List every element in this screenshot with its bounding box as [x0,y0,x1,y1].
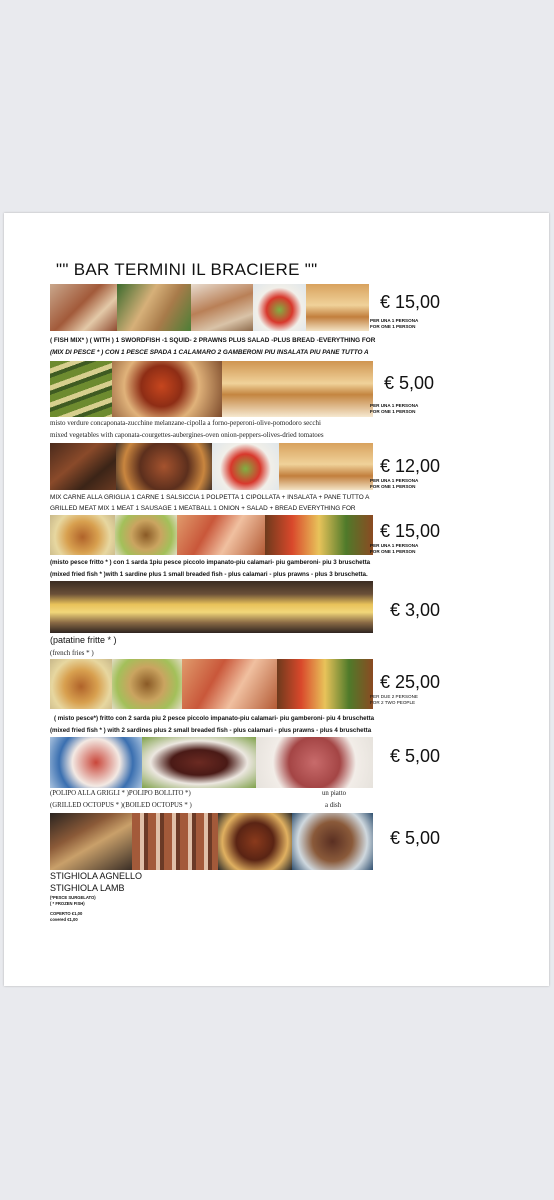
fried-fish-two-photos [50,659,373,709]
fried-fish-desc-en: (mixed fried fish * )with 1 sardine plus… [50,571,368,578]
cover-charge-it: COPERTO €1,00 [50,911,83,916]
french-fries-name-en: (french fries * ) [50,649,94,657]
stighiola-price: € 5,00 [390,828,441,848]
grilled-meat-desc-it: MIX CARNE ALLA GRIGLIA 1 CARNE 1 SALSICC… [50,494,370,501]
fish-mix-photos [50,284,373,331]
grilled-meat-price: € 12,00 [380,456,441,476]
frozen-note-en: ( * FROZEN FISH) [50,901,85,906]
fried-fish-two-desc-en: (mixed fried fish * ) with 2 sardines pl… [50,727,372,734]
fish-mix-price: € 15,00 [380,292,441,312]
fish-mix-desc-it: (MIX DI PESCE * ) CON 1 PESCE SPADA 1 CA… [50,349,369,356]
fried-fish-note-en: FOR ONE 1 PERSON [370,549,416,554]
menu-title: "" BAR TERMINI IL BRACIERE "" [56,260,318,279]
octopus-name-en: (GRILLED OCTOPUS * )(BOILED OCTOPUS * ) [50,802,192,809]
fish-mix-desc-en: ( FISH MIX* ) ( WITH ) 1 SWORDFISH -1 SQ… [50,337,376,344]
stighiola-name-en: STIGHIOLA LAMB [50,883,125,893]
frozen-note-it: (*PESCE SURGELATO) [50,895,96,900]
fried-fish-two-price: € 25,00 [380,672,441,692]
vegetables-desc-en: mixed vegetables with caponata-courgette… [50,431,324,439]
french-fries-photo [50,581,373,633]
octopus-name-it: (POLIPO ALLA GRIGLI * )POLIPO BOLLITO *) [50,790,191,797]
vegetables-desc-it: misto verdure concaponata-zucchine melan… [50,419,321,427]
vegetables-price: € 5,00 [384,373,435,393]
cover-charge-en: covered €1,00 [50,917,78,922]
french-fries-price: € 3,00 [390,600,441,620]
grilled-meat-photos [50,443,373,490]
octopus-portion-it: un piatto [322,790,346,797]
fried-fish-photos [50,515,373,555]
octopus-photos [50,737,373,788]
stighiola-photos [50,813,373,870]
fish-mix-note-en: FOR ONE 1 PERSON [370,324,416,329]
octopus-portion-en: a dish [325,802,342,809]
fried-fish-price: € 15,00 [380,521,441,541]
fried-fish-desc-it: (misto pesce fritto * ) con 1 sarda 1piu… [50,559,371,566]
grilled-meat-note-en: FOR ONE 1 PERSON [370,484,416,489]
vegetables-photos [50,361,373,417]
french-fries-name-it: (patatine fritte * ) [50,635,117,645]
vegetables-note-en: FOR ONE 1 PERSON [370,409,416,414]
stighiola-name-it: STIGHIOLA AGNELLO [50,871,143,881]
fried-fish-two-note-en: FOR 2 TWO PEOPLE [370,700,416,705]
octopus-price: € 5,00 [390,746,441,766]
fried-fish-two-desc-it: ( misto pesce*) fritto con 2 sarda piu 2… [54,715,375,722]
grilled-meat-desc-en: GRILLED MEAT MIX 1 MEAT 1 SAUSAGE 1 MEAT… [50,505,356,512]
menu-page: "" BAR TERMINI IL BRACIERE "" € 15,00 PE… [4,213,549,986]
